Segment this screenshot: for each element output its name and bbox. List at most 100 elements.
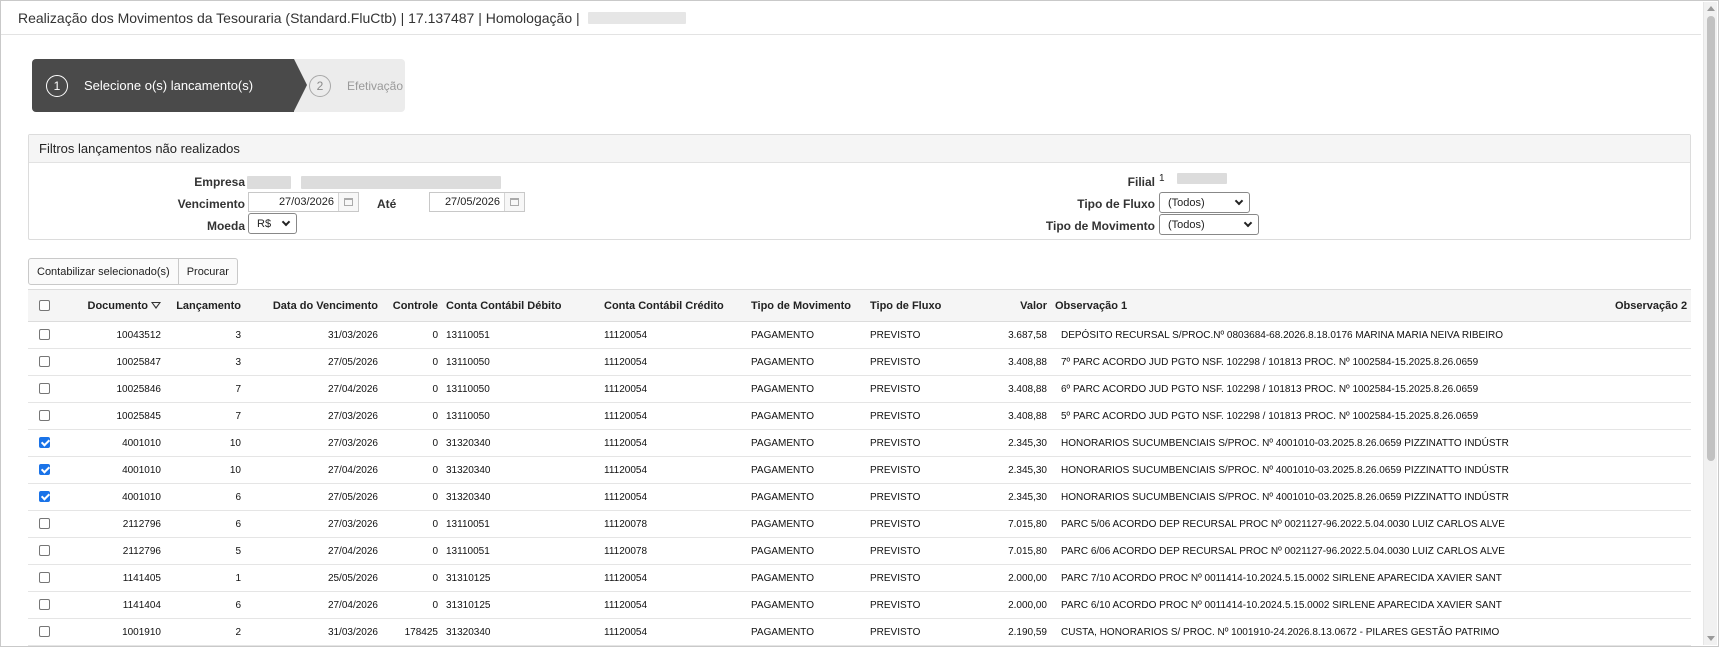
calendar-icon[interactable]: [338, 193, 358, 211]
cell-controle: 0: [382, 402, 442, 430]
step-number-1: 1: [46, 74, 68, 97]
row-checkbox[interactable]: [38, 383, 50, 395]
cell-obs1: 7º PARC ACORDO JUD PGTO NSF. 102298 / 10…: [1051, 348, 1611, 376]
cell-obs2: [1611, 537, 1691, 565]
table-row[interactable]: 10025845 7 27/03/2026 0 13110050 11120054 PAGA…: [28, 402, 1691, 430]
step-number-2: 2: [309, 74, 331, 97]
row-checkbox-cell[interactable]: [28, 537, 60, 565]
scroll-up-arrow-icon[interactable]: [1707, 6, 1715, 11]
cell-obs1: PARC 6/10 ACORDO PROC Nº 0011414-10.2024…: [1051, 591, 1611, 619]
cell-documento: 1001910: [60, 618, 165, 646]
vencimento-label: Vencimento: [177, 197, 245, 211]
column-header-credito[interactable]: Conta Contábil Crédito: [578, 289, 731, 322]
cell-valor: 2.000,00: [961, 564, 1051, 592]
cell-lancamento: 2: [165, 618, 245, 646]
procurar-button[interactable]: Procurar: [178, 258, 238, 285]
table-header-row: Documento Lançamento Data do Vencimento …: [28, 289, 1691, 322]
moeda-select[interactable]: R$: [248, 213, 297, 234]
row-checkbox-cell[interactable]: [28, 348, 60, 376]
select-all-header[interactable]: [28, 289, 60, 322]
table-row[interactable]: 10025847 3 27/05/2026 0 13110050 11120054 PAGA…: [28, 348, 1691, 376]
table-row[interactable]: 4001010 6 27/05/2026 0 31320340 11120054 PAGAM…: [28, 483, 1691, 511]
wizard-step-2[interactable]: 2 Efetivação: [291, 59, 403, 112]
row-checkbox[interactable]: [38, 410, 50, 422]
column-header-documento[interactable]: Documento: [60, 289, 165, 322]
tipo-fluxo-select[interactable]: (Todos): [1159, 192, 1250, 213]
row-checkbox[interactable]: [38, 329, 50, 341]
row-checkbox-cell[interactable]: [28, 375, 60, 403]
contabilizar-button[interactable]: Contabilizar selecionado(s): [28, 258, 179, 285]
cell-controle: 178425: [382, 618, 442, 646]
row-checkbox[interactable]: [38, 599, 50, 611]
table-row[interactable]: 10043512 3 31/03/2026 0 13110051 11120054 PAGA…: [28, 321, 1691, 349]
tipo-fluxo-label: Tipo de Fluxo: [1077, 197, 1155, 211]
column-header-controle[interactable]: Controle: [382, 289, 442, 322]
cell-vencimento: 27/03/2026: [245, 510, 382, 538]
table-row[interactable]: 10025846 7 27/04/2026 0 13110050 11120054 PAGA…: [28, 375, 1691, 403]
cell-controle: 0: [382, 321, 442, 349]
column-header-tipo-fluxo[interactable]: Tipo de Fluxo: [856, 289, 961, 322]
cell-obs2: [1611, 348, 1691, 376]
row-checkbox-cell[interactable]: [28, 618, 60, 646]
row-checkbox-cell[interactable]: [28, 510, 60, 538]
cell-tipo-fluxo: PREVISTO: [856, 402, 961, 430]
table-row[interactable]: 4001010 10 27/04/2026 0 31320340 11120054 PAGA…: [28, 456, 1691, 484]
row-checkbox-cell[interactable]: [28, 321, 60, 349]
cell-debito: 13110051: [442, 321, 578, 349]
column-header-lancamento[interactable]: Lançamento: [165, 289, 245, 322]
cell-debito: 31320340: [442, 618, 578, 646]
table-row[interactable]: 2112796 6 27/03/2026 0 13110051 11120078 PAGAM…: [28, 510, 1691, 538]
cell-tipo-fluxo: PREVISTO: [856, 537, 961, 565]
cell-credito: 11120054: [578, 348, 731, 376]
row-checkbox-cell[interactable]: [28, 564, 60, 592]
column-header-vencimento[interactable]: Data do Vencimento: [245, 289, 382, 322]
table-row[interactable]: 1001910 2 31/03/2026 178425 31320340 11120054…: [28, 618, 1691, 646]
window-title: Realização dos Movimentos da Tesouraria …: [18, 9, 580, 26]
table-row[interactable]: 2112796 5 27/04/2026 0 13110051 11120078 PAGAM…: [28, 537, 1691, 565]
vencimento-de-input[interactable]: 27/03/2026: [248, 192, 359, 212]
row-checkbox-cell[interactable]: [28, 429, 60, 457]
tipo-movimento-select[interactable]: (Todos): [1159, 214, 1259, 235]
column-header-obs1[interactable]: Observação 1: [1051, 289, 1611, 322]
row-checkbox-cell[interactable]: [28, 402, 60, 430]
table-row[interactable]: 1141404 6 27/04/2026 0 31310125 11120054 PAGAM…: [28, 591, 1691, 619]
row-checkbox-cell[interactable]: [28, 483, 60, 511]
cell-lancamento: 3: [165, 348, 245, 376]
cell-lancamento: 10: [165, 456, 245, 484]
table-row[interactable]: 4001010 10 27/03/2026 0 31320340 11120054 PAGA…: [28, 429, 1691, 457]
row-checkbox-cell[interactable]: [28, 456, 60, 484]
cell-vencimento: 31/03/2026: [245, 321, 382, 349]
filters-panel-title: Filtros lançamentos não realizados: [29, 135, 1690, 163]
row-checkbox[interactable]: [38, 626, 50, 638]
sort-desc-icon[interactable]: [151, 302, 161, 310]
row-checkbox[interactable]: [38, 464, 50, 476]
row-checkbox[interactable]: [38, 491, 50, 503]
scrollbar-thumb[interactable]: [1707, 16, 1715, 461]
column-header-valor[interactable]: Valor: [961, 289, 1051, 322]
wizard-step-1[interactable]: 1 Selecione o(s) lancamento(s): [32, 59, 307, 112]
vertical-scrollbar[interactable]: [1703, 2, 1717, 645]
cell-credito: 11120054: [578, 402, 731, 430]
scroll-down-arrow-icon[interactable]: [1707, 636, 1715, 641]
cell-credito: 11120054: [578, 456, 731, 484]
cell-obs1: 5º PARC ACORDO JUD PGTO NSF. 102298 / 10…: [1051, 402, 1611, 430]
cell-documento: 10025846: [60, 375, 165, 403]
row-checkbox[interactable]: [38, 356, 50, 368]
cell-credito: 11120054: [578, 483, 731, 511]
cell-documento: 4001010: [60, 483, 165, 511]
calendar-icon[interactable]: [504, 193, 524, 211]
cell-debito: 13110051: [442, 510, 578, 538]
row-checkbox[interactable]: [38, 572, 50, 584]
select-all-checkbox[interactable]: [38, 300, 50, 312]
row-checkbox[interactable]: [38, 437, 50, 449]
row-checkbox-cell[interactable]: [28, 591, 60, 619]
row-checkbox[interactable]: [38, 518, 50, 530]
vencimento-ate-input[interactable]: 27/05/2026: [429, 192, 525, 212]
column-header-obs2[interactable]: Observação 2: [1611, 289, 1691, 322]
table-row[interactable]: 1141405 1 25/05/2026 0 31310125 11120054 PAGAM…: [28, 564, 1691, 592]
column-header-debito[interactable]: Conta Contábil Débito: [442, 289, 578, 322]
cell-valor: 3.408,88: [961, 402, 1051, 430]
cell-tipo-fluxo: PREVISTO: [856, 321, 961, 349]
row-checkbox[interactable]: [38, 545, 50, 557]
column-header-tipo-movimento[interactable]: Tipo de Movimento: [731, 289, 856, 322]
